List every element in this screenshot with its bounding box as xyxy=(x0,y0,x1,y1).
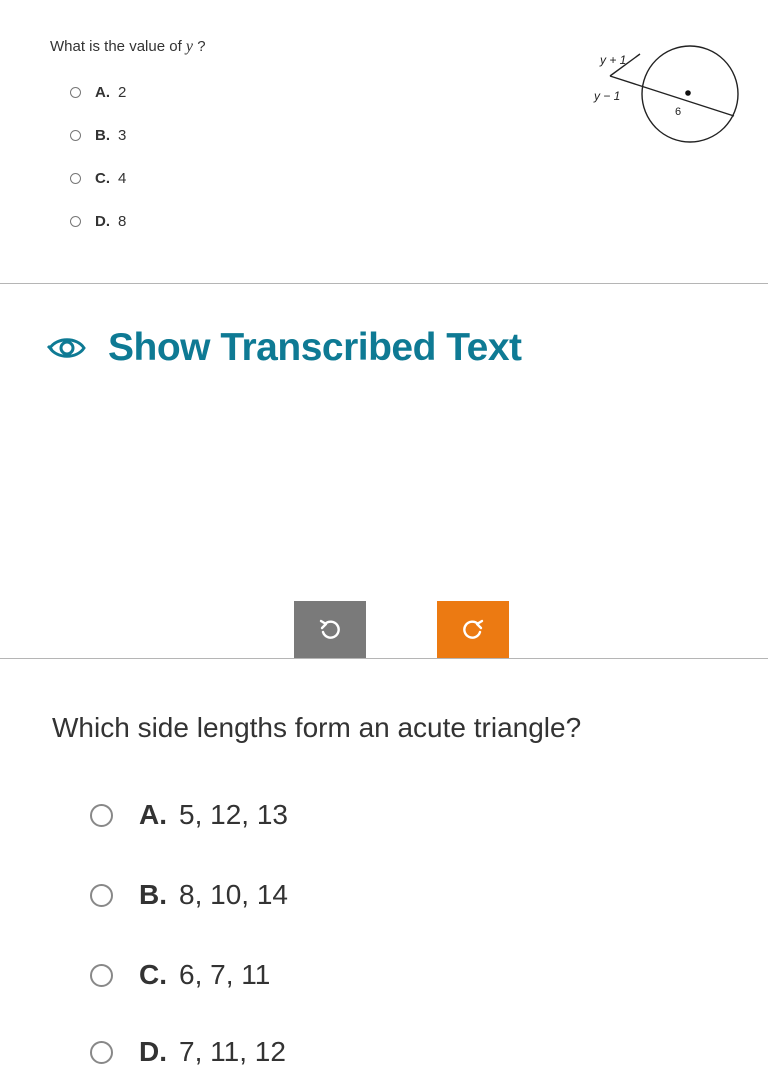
option-letter: C. xyxy=(139,959,167,990)
radio-button[interactable] xyxy=(90,1040,113,1064)
option-letter: B. xyxy=(95,126,110,144)
prompt-text: What is the value of xyxy=(50,38,186,55)
q1-option-c[interactable]: C. 4 xyxy=(70,168,126,188)
q2-option-c[interactable]: C. 6, 7, 11 xyxy=(90,955,270,995)
eye-icon xyxy=(46,338,86,358)
radio-button[interactable] xyxy=(70,129,81,141)
circle-center xyxy=(685,90,691,96)
option-value: 7, 11, 12 xyxy=(179,1036,286,1067)
q2-option-b[interactable]: B. 8, 10, 14 xyxy=(90,875,288,915)
rotate-left-button[interactable] xyxy=(294,601,366,658)
radio-button[interactable] xyxy=(70,215,81,227)
prompt-end: ? xyxy=(197,38,206,55)
option-letter: A. xyxy=(95,83,110,101)
question-2-prompt: Which side lengths form an acute triangl… xyxy=(52,712,582,743)
radio-button[interactable] xyxy=(70,172,81,184)
secant-lower xyxy=(609,75,735,117)
option-letter: C. xyxy=(95,169,110,187)
radio-button[interactable] xyxy=(90,963,113,987)
show-transcribed-text-link[interactable]: Show Transcribed Text xyxy=(46,326,522,370)
divider-top xyxy=(0,283,768,284)
radio-button[interactable] xyxy=(90,803,113,827)
rotate-left-icon xyxy=(319,619,340,639)
radio-button[interactable] xyxy=(70,86,81,98)
option-value: 6, 7, 11 xyxy=(179,959,271,990)
rotate-right-button[interactable] xyxy=(437,601,509,658)
option-value: 8, 10, 14 xyxy=(179,879,288,910)
question-1-prompt: What is the value of y ? xyxy=(50,38,206,56)
q2-option-a[interactable]: A. 5, 12, 13 xyxy=(90,795,288,835)
option-letter: A. xyxy=(139,799,167,830)
diagram-label-bottom: y − 1 xyxy=(593,89,620,103)
q2-option-d[interactable]: D. 7, 11, 12 xyxy=(90,1032,286,1072)
q1-option-b[interactable]: B. 3 xyxy=(70,125,126,145)
prompt-variable: y xyxy=(185,38,194,55)
show-transcribed-text-label: Show Transcribed Text xyxy=(108,326,522,369)
rotate-right-icon xyxy=(463,619,484,639)
diagram-label-chord: 6 xyxy=(675,106,681,118)
option-value: 4 xyxy=(118,169,127,187)
option-value: 8 xyxy=(118,212,127,230)
option-value: 3 xyxy=(118,126,127,144)
diagram-label-top: y + 1 xyxy=(599,53,626,67)
divider-bottom xyxy=(0,658,768,659)
option-letter: D. xyxy=(95,212,110,230)
q1-option-a[interactable]: A. 2 xyxy=(70,82,126,102)
option-letter: D. xyxy=(139,1036,167,1067)
option-value: 2 xyxy=(118,83,127,101)
q1-option-d[interactable]: D. 8 xyxy=(70,211,126,231)
option-value: 5, 12, 13 xyxy=(179,799,288,830)
option-letter: B. xyxy=(139,879,167,910)
radio-button[interactable] xyxy=(90,883,113,907)
circle-secant-diagram: y + 1 y − 1 6 xyxy=(593,45,739,143)
